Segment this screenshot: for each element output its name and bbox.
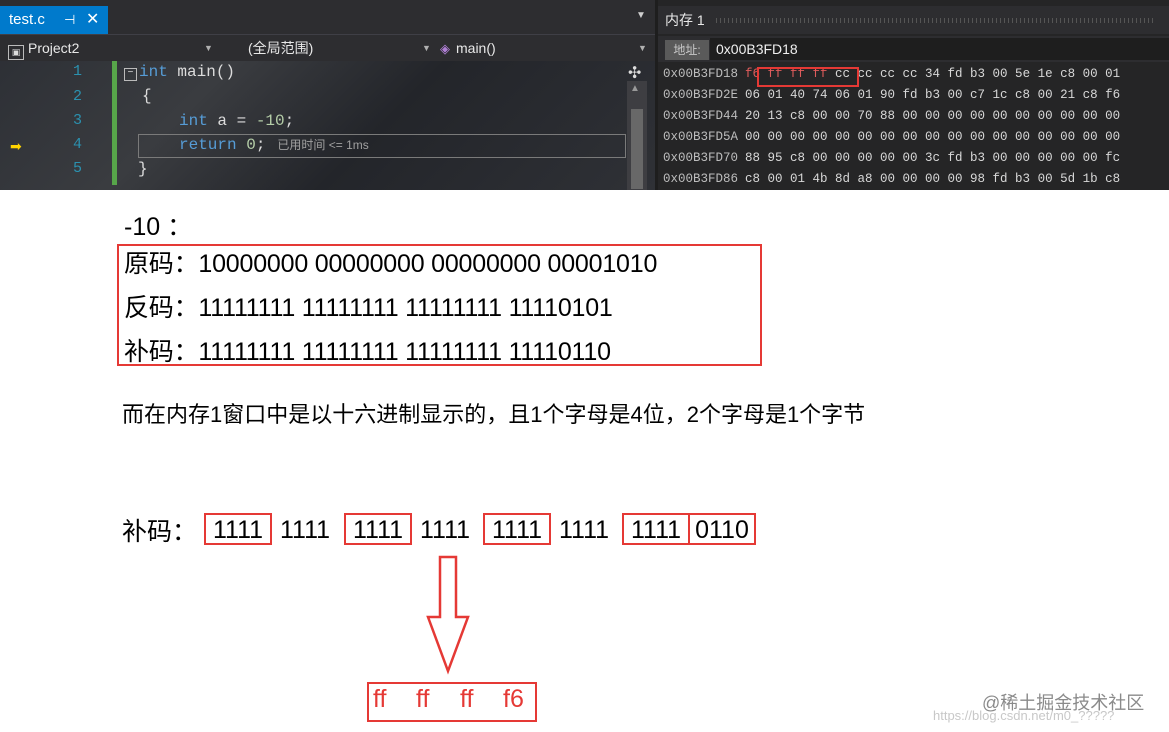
scroll-up-icon[interactable]: ▲: [630, 83, 640, 94]
file-tab[interactable]: test.c ⊣ ✕: [0, 6, 108, 34]
value-heading: -10 ：: [124, 213, 193, 241]
collapse-icon[interactable]: −: [124, 68, 137, 81]
elapsed-time-tip[interactable]: 已用时间 <= 1ms: [277, 138, 368, 152]
twos-complement-row: 补码：11111111 11111111 11111111 11110110: [124, 338, 611, 366]
yellow-arrow-icon: ➡: [10, 138, 22, 154]
file-tab-name: test.c: [9, 11, 45, 28]
function-dropdown[interactable]: ◈ main() ▼: [440, 35, 650, 61]
original-code-row: 原码：10000000 00000000 00000000 00001010: [124, 250, 658, 278]
memory-row: 0x00B3FD86 c8 00 01 4b 8d a8 00 00 00 00 …: [663, 172, 1121, 186]
hex-byte: f6: [503, 685, 524, 713]
code-line-4: return 0; 已用时间 <= 1ms: [179, 136, 369, 154]
nibble: 1111: [279, 516, 331, 544]
code-line-3: int a = -10;: [179, 112, 295, 130]
memory-row: 0x00B3FD18 f6 ff ff ff cc cc cc cc 34 fd …: [663, 67, 1121, 81]
code-area[interactable]: 1 2 3 4 5 ➡ − int main() { int a = -10; r…: [0, 61, 655, 190]
nibble-box: 1111: [204, 513, 272, 545]
function-name: main(): [456, 40, 496, 56]
line-number: 1: [72, 63, 82, 80]
change-bar: [112, 61, 117, 185]
function-cube-icon: ◈: [440, 41, 450, 56]
code-line-5: }: [138, 160, 148, 178]
navigation-bar: ▣ Project2 ▼ (全局范围) ▼ ◈ main() ▼: [0, 34, 655, 61]
editor-tab-bar: test.c ⊣ ✕ ▼: [0, 0, 655, 34]
chevron-down-icon: ▼: [422, 43, 431, 53]
scrollbar-thumb[interactable]: [631, 109, 643, 189]
memory-window-title: 内存 1: [658, 6, 1169, 34]
twos-complement-label: 补码：: [122, 518, 198, 546]
project-name: Project2: [28, 40, 80, 56]
tab-dropdown-icon[interactable]: ▼: [636, 10, 646, 21]
pin-icon[interactable]: ⊣: [64, 6, 75, 34]
chevron-down-icon: ▼: [638, 43, 647, 53]
line-number: 4: [72, 136, 82, 153]
address-row: 地址: 0x00B3FD18: [658, 36, 1169, 62]
memory-window: 内存 1 地址: 0x00B3FD18 0x00B3FD18 f6 ff ff f…: [658, 0, 1169, 190]
memory-row: 0x00B3FD5A 00 00 00 00 00 00 00 00 00 00 …: [663, 130, 1121, 144]
hex-byte: ff: [373, 685, 387, 713]
nibble-box: 1111: [344, 513, 412, 545]
close-icon[interactable]: ✕: [86, 6, 99, 34]
watermark: @稀土掘金技术社区: [982, 693, 1145, 713]
nibble-box: 1111: [622, 513, 690, 545]
code-editor: test.c ⊣ ✕ ▼ ▣ Project2 ▼ (全局范围) ▼ ◈ main(…: [0, 0, 655, 190]
split-icon[interactable]: ✣: [628, 63, 641, 83]
down-arrow-icon: [426, 555, 470, 675]
title-grip: [716, 18, 1156, 23]
nibble: 1111: [419, 516, 471, 544]
nibble-box: 0110: [688, 513, 756, 545]
explanation-sentence: 而在内存1窗口中是以十六进制显示的，且1个字母是4位，2个字母是1个字节: [122, 402, 866, 427]
code-line-2: {: [142, 87, 152, 105]
line-number: 5: [72, 160, 82, 177]
address-label: 地址:: [665, 40, 709, 60]
address-input[interactable]: 0x00B3FD18: [710, 38, 1169, 60]
nibble: 1111: [558, 516, 610, 544]
memory-row: 0x00B3FD70 88 95 c8 00 00 00 00 00 3c fd …: [663, 151, 1121, 165]
ide-screenshot: test.c ⊣ ✕ ▼ ▣ Project2 ▼ (全局范围) ▼ ◈ main(…: [0, 0, 1169, 190]
scope-name: (全局范围): [248, 40, 314, 56]
line-number: 2: [72, 88, 82, 105]
hex-byte: ff: [460, 685, 474, 713]
chevron-down-icon: ▼: [204, 43, 213, 53]
nibble-box: 1111: [483, 513, 551, 545]
memory-row: 0x00B3FD44 20 13 c8 00 00 70 88 00 00 00 …: [663, 109, 1121, 123]
line-number: 3: [72, 112, 82, 129]
memory-highlight-box: [757, 67, 859, 87]
code-line-1: − int main(): [124, 63, 235, 81]
memory-row: 0x00B3FD2E 06 01 40 74 06 01 90 fd b3 00 …: [663, 88, 1121, 102]
project-icon: ▣: [8, 45, 24, 60]
scope-dropdown[interactable]: (全局范围) ▼: [230, 35, 431, 61]
ones-complement-row: 反码：11111111 11111111 11111111 11110101: [124, 294, 613, 322]
project-dropdown[interactable]: ▣ Project2 ▼: [8, 35, 218, 61]
hex-byte: ff: [416, 685, 430, 713]
